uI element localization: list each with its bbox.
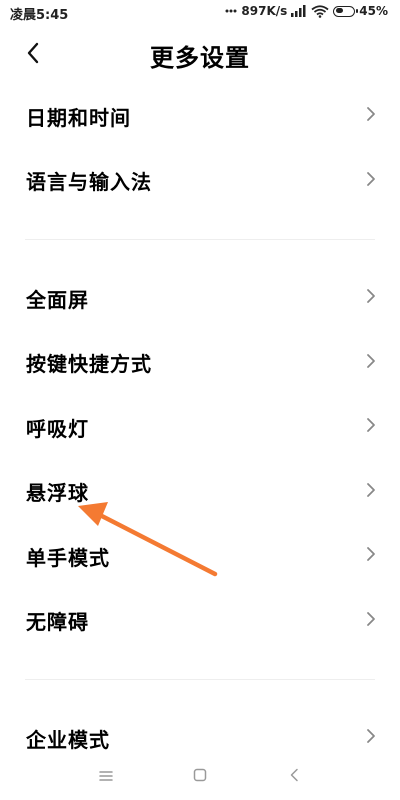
menu-button[interactable] bbox=[94, 764, 118, 788]
nav-back-button[interactable] bbox=[282, 764, 306, 788]
settings-item-label: 按键快捷方式 bbox=[26, 352, 152, 377]
settings-item-button-shortcuts[interactable]: 按键快捷方式 bbox=[0, 331, 400, 396]
home-icon bbox=[193, 767, 207, 786]
settings-item-label: 呼吸灯 bbox=[26, 416, 89, 441]
settings-item-quick-ball[interactable]: 悬浮球 bbox=[0, 460, 400, 525]
page-title: 更多设置 bbox=[150, 44, 250, 72]
status-time: 凌晨5:45 bbox=[10, 8, 69, 23]
chevron-right-icon bbox=[366, 106, 376, 126]
chevron-right-icon bbox=[366, 171, 376, 191]
screen: 凌晨5:45 897K/s 45% 更多设置 日期和时间 语言与输入法 全面屏 … bbox=[0, 0, 400, 800]
settings-item-label: 无障碍 bbox=[26, 610, 89, 635]
settings-item-label: 单手模式 bbox=[26, 545, 110, 570]
chevron-right-icon bbox=[366, 546, 376, 566]
settings-item-label: 全面屏 bbox=[26, 287, 89, 312]
section-divider bbox=[25, 679, 375, 680]
chevron-right-icon bbox=[366, 417, 376, 437]
chevron-right-icon bbox=[366, 611, 376, 631]
settings-item-full-screen[interactable]: 全面屏 bbox=[0, 266, 400, 331]
status-bar: 凌晨5:45 897K/s 45% bbox=[0, 0, 400, 26]
chevron-right-icon bbox=[366, 482, 376, 502]
settings-list: 日期和时间 语言与输入法 全面屏 按键快捷方式 呼吸灯 悬浮球 单手模式 无障碍… bbox=[0, 84, 400, 771]
header: 更多设置 bbox=[0, 26, 400, 84]
battery-percent: 45% bbox=[359, 4, 388, 18]
signal-icon bbox=[291, 5, 307, 17]
settings-item-language-input[interactable]: 语言与输入法 bbox=[0, 149, 400, 214]
settings-item-label: 悬浮球 bbox=[26, 481, 89, 506]
battery-icon bbox=[333, 5, 359, 17]
settings-item-date-time[interactable]: 日期和时间 bbox=[0, 84, 400, 149]
settings-item-label: 企业模式 bbox=[26, 727, 110, 752]
dots-icon bbox=[225, 9, 237, 13]
settings-item-accessibility[interactable]: 无障碍 bbox=[0, 589, 400, 654]
wifi-icon bbox=[311, 4, 329, 18]
status-indicators: 897K/s 45% bbox=[225, 4, 388, 18]
chevron-right-icon bbox=[366, 728, 376, 748]
settings-item-one-handed-mode[interactable]: 单手模式 bbox=[0, 524, 400, 589]
settings-item-label: 日期和时间 bbox=[26, 105, 131, 130]
chevron-right-icon bbox=[366, 288, 376, 308]
settings-item-label: 语言与输入法 bbox=[26, 170, 152, 195]
navigation-bar bbox=[0, 752, 400, 800]
section-divider bbox=[25, 239, 375, 240]
chevron-right-icon bbox=[366, 353, 376, 373]
home-button[interactable] bbox=[188, 764, 212, 788]
back-icon bbox=[289, 767, 299, 786]
network-speed: 897K/s bbox=[241, 4, 288, 18]
menu-icon bbox=[99, 767, 113, 786]
settings-item-notification-light[interactable]: 呼吸灯 bbox=[0, 395, 400, 460]
